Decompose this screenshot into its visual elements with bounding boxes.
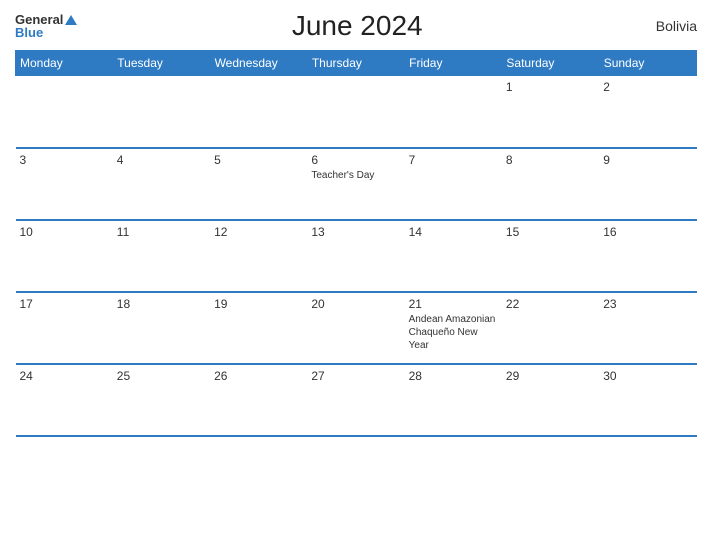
day-number: 5 [214,153,303,167]
col-sunday: Sunday [599,51,696,76]
day-number: 11 [117,225,206,239]
day-number: 13 [311,225,400,239]
header: General Blue June 2024 Bolivia [15,10,697,42]
day-cell: 20 [307,292,404,364]
day-number: 16 [603,225,692,239]
day-cell: 3 [16,148,113,220]
week-row-2: 3456 Teacher's Day 789 [16,148,697,220]
day-cell: 23 [599,292,696,364]
day-cell [307,76,404,148]
day-cell: 15 [502,220,599,292]
day-number: 12 [214,225,303,239]
day-number: 26 [214,369,303,383]
day-number: 21 [409,297,498,311]
day-number: 9 [603,153,692,167]
column-headers: Monday Tuesday Wednesday Thursday Friday… [16,51,697,76]
day-cell: 9 [599,148,696,220]
day-number: 17 [20,297,109,311]
holiday-label: Teacher's Day [311,169,400,182]
calendar-table: Monday Tuesday Wednesday Thursday Friday… [15,50,697,437]
day-number: 14 [409,225,498,239]
day-cell: 8 [502,148,599,220]
day-cell: 4 [113,148,210,220]
day-cell: 26 [210,364,307,436]
day-cell: 22 [502,292,599,364]
day-cell: 30 [599,364,696,436]
col-thursday: Thursday [307,51,404,76]
col-tuesday: Tuesday [113,51,210,76]
day-cell: 17 [16,292,113,364]
day-cell: 27 [307,364,404,436]
day-number: 3 [20,153,109,167]
week-row-5: 24 25 26 27 28 29 30 [16,364,697,436]
day-cell: 18 [113,292,210,364]
week-row-3: 10 11 12 13 14 15 16 [16,220,697,292]
logo: General Blue [15,13,77,39]
country-label: Bolivia [637,18,697,34]
day-cell: 6 Teacher's Day [307,148,404,220]
calendar-container: General Blue June 2024 Bolivia Monday Tu… [0,0,712,550]
day-cell: 10 [16,220,113,292]
day-cell: 2 [599,76,696,148]
day-number: 15 [506,225,595,239]
col-saturday: Saturday [502,51,599,76]
day-number: 22 [506,297,595,311]
day-cell: 16 [599,220,696,292]
logo-blue-text: Blue [15,26,43,39]
day-cell: 5 [210,148,307,220]
day-number: 18 [117,297,206,311]
day-number: 29 [506,369,595,383]
day-number: 1 [506,80,595,94]
col-monday: Monday [16,51,113,76]
day-cell: 14 [405,220,502,292]
day-cell: 21 Andean Amazonian Chaqueño New Year [405,292,502,364]
col-wednesday: Wednesday [210,51,307,76]
day-number: 27 [311,369,400,383]
day-cell: 7 [405,148,502,220]
day-number: 20 [311,297,400,311]
day-cell: 11 [113,220,210,292]
day-cell: 13 [307,220,404,292]
day-cell [405,76,502,148]
day-cell: 19 [210,292,307,364]
day-cell [210,76,307,148]
week-row-1: 12 [16,76,697,148]
day-cell: 28 [405,364,502,436]
day-number: 30 [603,369,692,383]
calendar-title: June 2024 [77,10,637,42]
day-number: 4 [117,153,206,167]
day-number: 19 [214,297,303,311]
logo-triangle-icon [65,15,77,25]
day-number: 23 [603,297,692,311]
day-cell: 29 [502,364,599,436]
day-cell: 24 [16,364,113,436]
day-cell: 25 [113,364,210,436]
day-number: 6 [311,153,400,167]
day-number: 25 [117,369,206,383]
day-cell: 1 [502,76,599,148]
day-number: 7 [409,153,498,167]
holiday-label: Andean Amazonian Chaqueño New Year [409,313,498,352]
day-number: 2 [603,80,692,94]
day-cell [16,76,113,148]
day-number: 28 [409,369,498,383]
day-cell [113,76,210,148]
day-number: 24 [20,369,109,383]
day-number: 8 [506,153,595,167]
day-number: 10 [20,225,109,239]
week-row-4: 17 18 19 20 21 Andean Amazonian Chaqueño New … [16,292,697,364]
col-friday: Friday [405,51,502,76]
day-cell: 12 [210,220,307,292]
